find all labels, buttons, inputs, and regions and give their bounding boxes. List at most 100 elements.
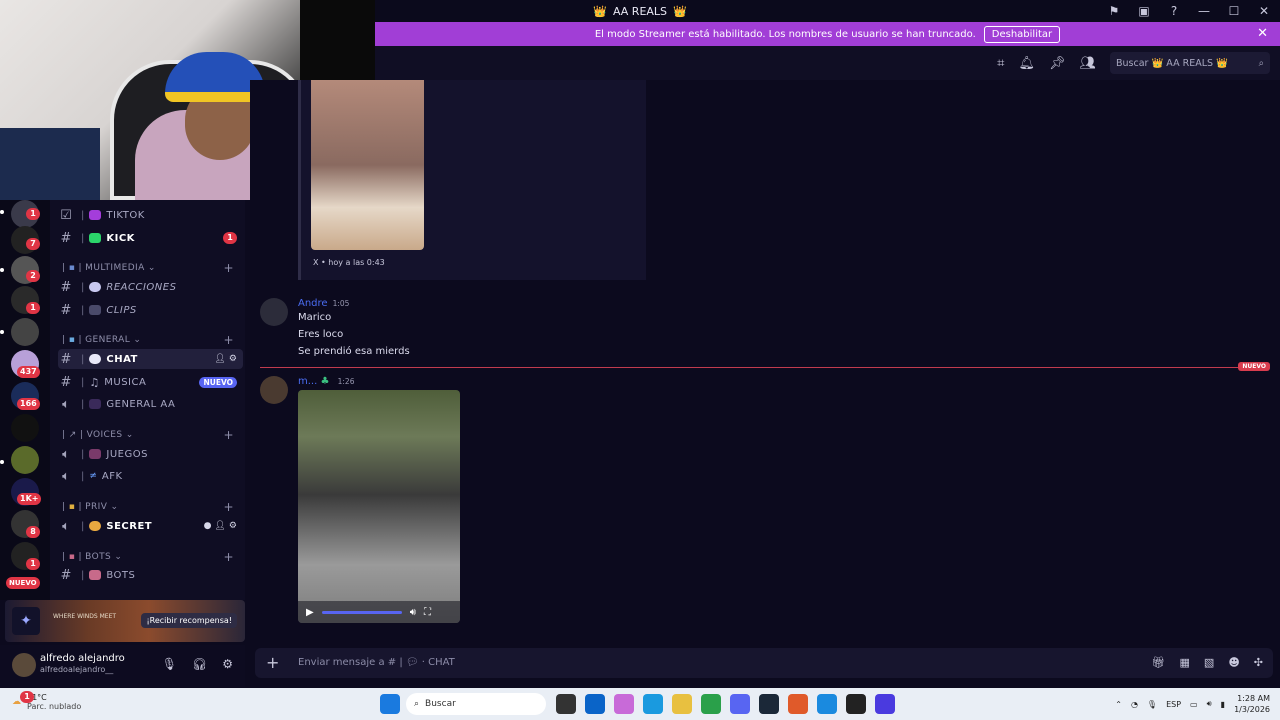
heart-icon [89,210,102,220]
edge-icon[interactable] [643,694,663,714]
app-icon[interactable] [875,694,895,714]
heart-icon [89,233,102,243]
channel-clips[interactable]: # | CLIPS [58,300,243,320]
discord-icon[interactable] [730,694,750,714]
add-channel-icon[interactable]: + [224,333,234,347]
channel-header: ⌗ 🔔︎ 📌︎ 👥︎ Buscar 👑 AA REALS 👑 ⌕ [375,46,1280,80]
minimize-button[interactable]: — [1196,4,1212,18]
crown-icon: 👑 [673,4,687,18]
new-messages-divider [260,367,1270,368]
volume-icon[interactable]: 🔊︎ [1207,699,1212,709]
play-icon[interactable]: ▶ [306,607,314,618]
server-icon[interactable] [11,318,39,346]
start-button[interactable] [380,694,400,714]
gift-icon[interactable]: 🎁︎ [1152,656,1166,669]
settings-icon[interactable]: ⚙ [222,657,233,671]
channel-general-aa[interactable]: 🔈︎ | GENERAL AA [58,394,243,414]
headphones-icon[interactable]: 🎧︎ [192,657,207,671]
channel-reacciones[interactable]: # | REACCIONES [58,277,243,297]
avatar[interactable] [12,653,36,677]
invite-icon[interactable]: 👤︎ [214,521,225,531]
add-channel-icon[interactable]: + [224,550,234,564]
network-icon[interactable]: ◔ [1131,700,1138,709]
channel-name: AFK [101,470,123,482]
claim-reward-button[interactable]: ¡Recibir recompensa! [141,613,237,628]
outlook-icon[interactable] [585,694,605,714]
threads-icon[interactable]: ⌗ [997,56,1004,71]
taskbar-search[interactable]: ⌕ Buscar [406,693,546,715]
copilot-icon[interactable] [614,694,634,714]
screen-share-icon[interactable]: ▣ [1136,4,1152,18]
help-icon[interactable]: ? [1166,4,1182,18]
clock[interactable]: 1:28 AM 1/3/2026 [1234,693,1270,715]
category-priv[interactable]: | ▪ | PRIV ⌄ + [62,500,242,514]
message-time: 1:05 [332,299,350,308]
channel-juegos[interactable]: 🔈︎ | JUEGOS [58,444,243,464]
category-voices[interactable]: | ↗ | VOICES ⌄ + [62,428,242,442]
message-time: 1:26 [337,377,355,386]
game-app-icon[interactable] [788,694,808,714]
message-composer[interactable]: + Enviar mensaje a # | 💬︎ · CHAT 🎁︎ ▦ ▧ … [255,648,1273,678]
close-banner-icon[interactable]: ✕ [1257,26,1268,41]
close-button[interactable]: ✕ [1256,4,1272,18]
server-icon[interactable] [11,446,39,474]
speech-bubble-icon [89,354,102,364]
chevron-up-icon[interactable]: ⌃ [1115,700,1122,709]
members-icon[interactable]: 👥︎ [1079,56,1096,71]
windows-start-icon[interactable] [380,694,400,714]
disable-streamer-button[interactable]: Deshabilitar [983,25,1061,43]
add-channel-icon[interactable]: + [224,500,234,514]
channel-musica[interactable]: # | ♫ MUSICA NUEVO [58,372,243,392]
flag-icon[interactable]: ⚑ [1106,4,1122,18]
display-icon[interactable]: ▭ [1190,700,1198,709]
bell-icon[interactable]: 🔔︎ [1018,56,1035,71]
video-attachment[interactable]: ▶ 🔊︎ ⛶ [298,390,460,623]
settings-icon[interactable]: ⚙ [229,354,237,364]
microphone-icon[interactable]: 🎙︎ [162,657,177,671]
channel-kick[interactable]: # | KICK 1 [58,228,243,248]
category-multimedia[interactable]: | ▪ | MULTIMEDIA ⌄ + [62,261,242,275]
obs-icon[interactable] [846,694,866,714]
server-icon[interactable] [11,414,39,442]
system-tray: ⌃ ◔ 🎙︎ ESP ▭ 🔊︎ ▮ 1:28 AM 1/3/2026 [1115,693,1270,715]
steam-icon[interactable] [759,694,779,714]
channel-secret[interactable]: 🔈︎ | SECRET ● 👤︎ ⚙ [58,516,243,536]
chrome-icon[interactable] [701,694,721,714]
message-author[interactable]: Andre 1:05 [298,298,349,309]
mention-badge: 1 [223,232,237,244]
channel-bots[interactable]: # | BOTS [58,565,243,585]
message-author[interactable]: m... ♣ 1:26 [298,376,354,387]
embed-image[interactable] [311,80,424,250]
avatar[interactable] [260,298,288,326]
search-input[interactable]: Buscar 👑 AA REALS 👑 ⌕ [1110,52,1270,74]
apps-icon[interactable]: ✣ [1254,656,1263,669]
add-attachment-icon[interactable]: + [266,653,279,672]
avatar[interactable] [260,376,288,404]
mic-icon[interactable]: 🎙︎ [1147,700,1157,709]
channel-tiktok[interactable]: ☑ | TIKTOK [58,205,243,225]
pin-icon[interactable]: 📌︎ [1049,56,1066,71]
invite-icon[interactable]: 👤︎ [214,354,225,364]
fullscreen-icon[interactable]: ⛶ [424,607,431,618]
add-channel-icon[interactable]: + [224,261,234,275]
terminal-icon[interactable] [556,694,576,714]
settings-icon[interactable]: ⚙ [229,521,237,531]
app-icon[interactable] [817,694,837,714]
language-indicator[interactable]: ESP [1166,700,1181,709]
volume-icon[interactable]: 🔊︎ [410,607,416,618]
maximize-button[interactable]: ☐ [1226,4,1242,18]
sticker-icon[interactable]: ▧ [1204,656,1214,669]
folder-icon[interactable] [672,694,692,714]
emoji-icon[interactable]: ☻ [1228,656,1239,669]
add-channel-icon[interactable]: + [224,428,234,442]
chat-icon[interactable]: ● [204,521,212,531]
video-progress[interactable] [321,610,402,614]
webcam-background [0,128,100,200]
category-general[interactable]: | ▪ | GENERAL ⌄ + [62,333,242,347]
gif-icon[interactable]: ▦ [1180,656,1190,669]
hash-icon: # [60,302,72,318]
channel-afk[interactable]: 🔈︎ | ≠ AFK [58,466,243,486]
battery-icon[interactable]: ▮ [1221,700,1225,709]
channel-chat[interactable]: # | CHAT 👤︎ ⚙ [58,349,243,369]
category-bots[interactable]: | ▪ | BOTS ⌄ + [62,550,242,564]
